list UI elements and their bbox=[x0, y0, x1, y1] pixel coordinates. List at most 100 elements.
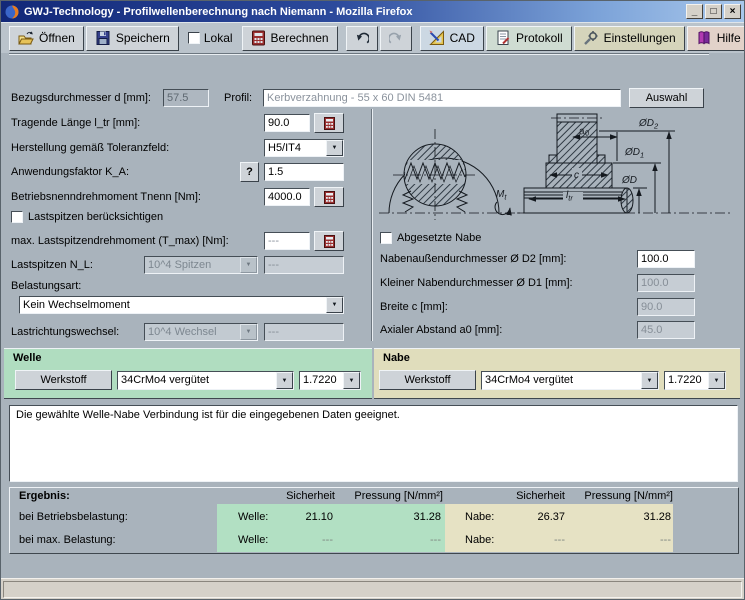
axial-distance-label: Axialer Abstand a0 [mm]: bbox=[380, 324, 503, 336]
local-checkbox[interactable] bbox=[187, 32, 200, 44]
row-max-label: bei max. Belastung: bbox=[19, 534, 116, 546]
application-window: GWJ-Technology - Profilwellenberechnung … bbox=[0, 0, 745, 600]
max-torque-input[interactable] bbox=[264, 232, 310, 250]
shaft-section-title: Welle bbox=[13, 352, 42, 364]
hub-material-select[interactable]: 34CrMo4 vergütet ▼ bbox=[481, 371, 659, 390]
calculate-button[interactable]: Berechnen bbox=[241, 25, 338, 51]
question-icon: ? bbox=[246, 166, 253, 178]
window-controls: _ □ × bbox=[686, 4, 741, 19]
undo-button[interactable] bbox=[345, 25, 378, 51]
calculator-icon bbox=[323, 190, 335, 204]
app-factor-input[interactable] bbox=[264, 163, 344, 181]
hub-material-number: 1.7220 bbox=[668, 374, 702, 386]
ref-diameter-input[interactable] bbox=[163, 89, 209, 107]
local-label: Lokal bbox=[203, 31, 233, 45]
shaft-material-button[interactable]: Werkstoff bbox=[15, 370, 112, 390]
minimize-button[interactable]: _ bbox=[686, 4, 703, 19]
window-title: GWJ-Technology - Profilwellenberechnung … bbox=[24, 5, 413, 18]
settings-tools-icon bbox=[583, 31, 598, 45]
close-icon: × bbox=[729, 5, 736, 17]
dim-label-d2: ØD2 bbox=[638, 118, 659, 131]
ref-diameter-label: Bezugsdurchmesser d [mm]: bbox=[11, 92, 151, 104]
length-calc-button[interactable] bbox=[314, 113, 344, 133]
shaft-material-select[interactable]: 34CrMo4 vergütet ▼ bbox=[117, 371, 294, 390]
help-book-icon bbox=[698, 31, 710, 45]
torque-label: Betriebsnenndrehmoment Tnenn [Nm]: bbox=[11, 191, 201, 203]
calculator-icon bbox=[323, 116, 335, 130]
row-operating-shaft-label: Welle: bbox=[238, 511, 269, 523]
protocol-button[interactable]: Protokoll bbox=[485, 25, 572, 51]
safety-header-hub: Sicherheit bbox=[516, 490, 565, 502]
hub-outer-diameter-input[interactable] bbox=[637, 250, 695, 268]
load-reversal-label: Lastrichtungswechsel: bbox=[11, 326, 120, 338]
maximize-button[interactable]: □ bbox=[705, 4, 722, 19]
protocol-document-icon bbox=[497, 30, 510, 45]
peaks-count-input[interactable] bbox=[264, 256, 344, 274]
load-reversal-value: 10^4 Wechsel bbox=[148, 326, 217, 338]
hub-material-value: 34CrMo4 vergütet bbox=[485, 374, 574, 386]
load-reversal-select[interactable]: 10^4 Wechsel ▼ bbox=[144, 323, 258, 341]
load-type-label: Belastungsart: bbox=[11, 280, 82, 292]
hub-width-label: Breite c [mm]: bbox=[380, 301, 448, 313]
help-label: Hilfe bbox=[716, 31, 741, 45]
row-operating-hub-pressure: 31.28 bbox=[643, 511, 671, 523]
cad-label: CAD bbox=[449, 31, 475, 45]
settings-label: Einstellungen bbox=[603, 31, 676, 45]
torque-calc-button[interactable] bbox=[314, 187, 344, 207]
stepped-hub-checkbox[interactable] bbox=[380, 232, 392, 244]
redo-button[interactable] bbox=[379, 25, 412, 51]
firefox-icon bbox=[5, 5, 19, 18]
row-operating-hub-safety: 26.37 bbox=[537, 511, 565, 523]
hub-small-diameter-label: Kleiner Nabendurchmesser Ø D1 [mm]: bbox=[380, 277, 573, 289]
chevron-down-icon: ▼ bbox=[343, 372, 360, 389]
result-message-box[interactable]: Die gewählte Welle-Nabe Verbindung ist f… bbox=[9, 405, 738, 482]
row-operating-label: bei Betriebsbelastung: bbox=[19, 511, 128, 523]
shaft-material-button-label: Werkstoff bbox=[40, 374, 87, 386]
profile-label: Profil: bbox=[224, 92, 253, 104]
axial-distance-input[interactable] bbox=[637, 321, 695, 339]
chevron-down-icon: ▼ bbox=[276, 372, 293, 389]
row-max-shaft-label: Welle: bbox=[238, 534, 269, 546]
hub-small-diameter-input[interactable] bbox=[637, 274, 695, 292]
shaft-hub-diagram: c ltr a0 Mt ØD2 ØD1 ØD bbox=[379, 113, 731, 220]
tolerance-select[interactable]: H5/IT4 ▼ bbox=[264, 139, 344, 157]
protocol-label: Protokoll bbox=[515, 31, 563, 45]
results-title: Ergebnis: bbox=[19, 490, 70, 502]
floppy-disk-icon bbox=[96, 31, 110, 45]
hub-section-title: Nabe bbox=[383, 352, 410, 364]
hub-material-button[interactable]: Werkstoff bbox=[379, 370, 476, 390]
save-button[interactable]: Speichern bbox=[85, 25, 179, 51]
form-column-divider bbox=[371, 109, 373, 341]
status-bar bbox=[1, 578, 744, 599]
max-torque-calc-button[interactable] bbox=[314, 231, 344, 251]
hub-material-number-select[interactable]: 1.7220 ▼ bbox=[664, 371, 726, 390]
load-peaks-checkbox[interactable] bbox=[11, 211, 23, 223]
open-label: Öffnen bbox=[39, 31, 75, 45]
hub-width-input[interactable] bbox=[637, 298, 695, 316]
stepped-hub-label: Abgesetzte Nabe bbox=[397, 232, 482, 244]
peaks-count-select[interactable]: 10^4 Spitzen ▼ bbox=[144, 256, 258, 274]
torque-input[interactable] bbox=[264, 188, 310, 206]
dim-label-c: c bbox=[574, 170, 579, 181]
close-button[interactable]: × bbox=[724, 4, 741, 19]
load-type-value: Kein Wechselmoment bbox=[23, 299, 130, 311]
app-factor-help-button[interactable]: ? bbox=[240, 162, 259, 182]
open-button[interactable]: Öffnen bbox=[9, 25, 84, 51]
load-reversal-input[interactable] bbox=[264, 323, 344, 341]
length-input[interactable] bbox=[264, 114, 310, 132]
load-type-select[interactable]: Kein Wechselmoment ▼ bbox=[19, 296, 344, 314]
row-operating-hub-label: Nabe: bbox=[465, 511, 495, 523]
cad-drawing-icon bbox=[428, 30, 444, 45]
chevron-down-icon: ▼ bbox=[240, 257, 257, 273]
peaks-count-label: Lastspitzen N_L: bbox=[11, 259, 93, 271]
row-operating-shaft-pressure: 31.28 bbox=[413, 511, 441, 523]
help-button[interactable]: Hilfe bbox=[686, 25, 744, 51]
shaft-material-number-select[interactable]: 1.7220 ▼ bbox=[299, 371, 361, 390]
app-factor-label: Anwendungsfaktor K_A: bbox=[11, 166, 130, 178]
local-checkbox-group: Lokal bbox=[187, 31, 233, 45]
cad-button[interactable]: CAD bbox=[419, 25, 484, 51]
tolerance-value: H5/IT4 bbox=[268, 142, 302, 154]
dim-label-d1: ØD1 bbox=[624, 147, 644, 160]
row-max-shaft-pressure: --- bbox=[430, 534, 441, 546]
settings-button[interactable]: Einstellungen bbox=[573, 25, 685, 51]
